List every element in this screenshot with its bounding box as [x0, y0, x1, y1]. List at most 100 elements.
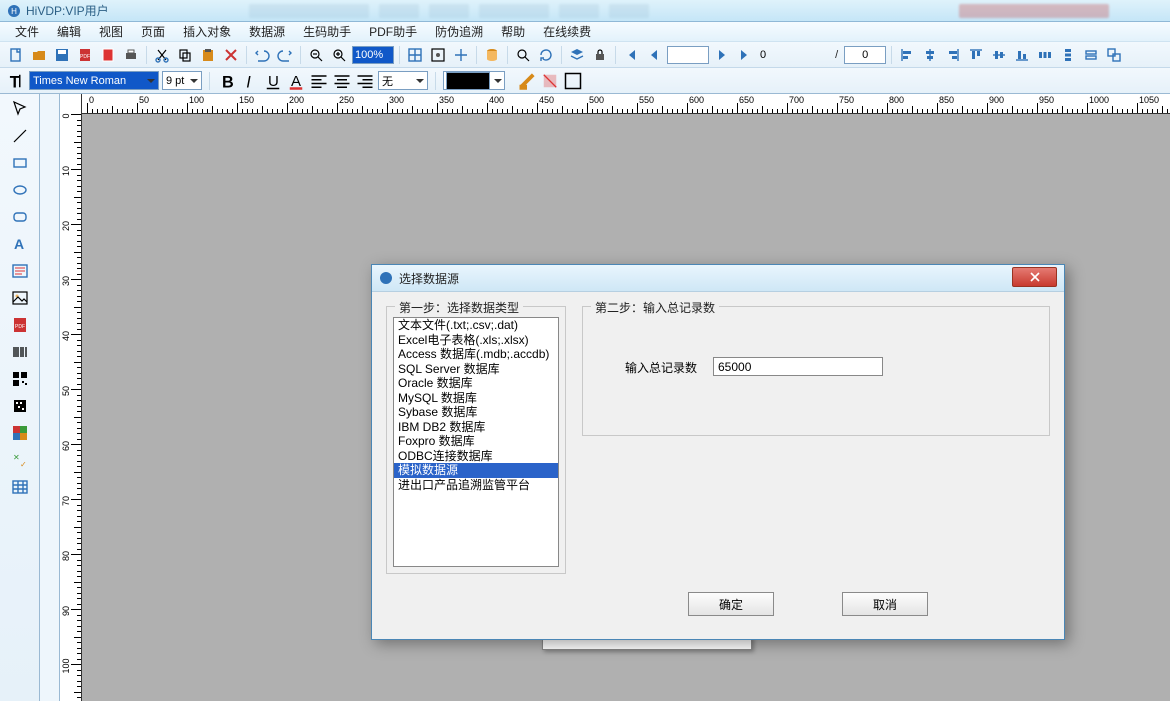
undo-button[interactable] [252, 45, 272, 65]
tool-palette: A PDF ✕✓ [0, 94, 40, 701]
record-count-input[interactable] [713, 357, 883, 376]
style-combo[interactable]: 无 [378, 71, 428, 90]
richtext-tool[interactable] [9, 260, 31, 282]
datamatrix-tool[interactable] [9, 395, 31, 417]
menu-page[interactable]: 页面 [132, 21, 174, 42]
pdf-tool[interactable]: PDF [9, 314, 31, 336]
refresh-button[interactable] [536, 45, 556, 65]
open-button[interactable] [29, 45, 49, 65]
layers-button[interactable] [567, 45, 587, 65]
font-size-combo[interactable]: 9 pt [162, 71, 202, 90]
zoom-out-button[interactable] [306, 45, 326, 65]
menu-codegen[interactable]: 生码助手 [294, 21, 360, 42]
font-color-button[interactable]: A [286, 71, 306, 91]
snap-button[interactable] [428, 45, 448, 65]
save-button[interactable] [52, 45, 72, 65]
menu-file[interactable]: 文件 [6, 21, 48, 42]
font-name-combo[interactable]: Times New Roman [29, 71, 159, 90]
dialog-icon [378, 270, 394, 286]
same-width-button[interactable] [1081, 45, 1101, 65]
ok-button[interactable]: 确定 [688, 592, 774, 616]
datasource-item[interactable]: Sybase 数据库 [394, 405, 558, 420]
group-button[interactable] [1104, 45, 1124, 65]
new-button[interactable] [6, 45, 26, 65]
first-page-button[interactable] [621, 45, 641, 65]
align-text-right-button[interactable] [355, 71, 375, 91]
barcode-tool[interactable] [9, 341, 31, 363]
guides-button[interactable] [451, 45, 471, 65]
zoom-input[interactable] [352, 46, 394, 64]
dialog-close-button[interactable] [1012, 267, 1057, 287]
align-center-v-button[interactable] [989, 45, 1009, 65]
grid-button[interactable] [405, 45, 425, 65]
svg-text:PDF: PDF [15, 324, 25, 330]
menu-datasource[interactable]: 数据源 [240, 21, 294, 42]
ellipse-tool[interactable] [9, 179, 31, 201]
datasource-item[interactable]: MySQL 数据库 [394, 391, 558, 406]
bold-button[interactable]: B [217, 71, 237, 91]
menu-renew[interactable]: 在线续费 [534, 21, 600, 42]
cut-button[interactable] [152, 45, 172, 65]
border-button[interactable] [563, 71, 583, 91]
database-button[interactable] [482, 45, 502, 65]
datasource-item[interactable]: Oracle 数据库 [394, 376, 558, 391]
image-tool[interactable] [9, 287, 31, 309]
select-tool[interactable] [9, 98, 31, 120]
fill-color-combo[interactable] [443, 71, 505, 90]
lock-button[interactable] [590, 45, 610, 65]
rect-tool[interactable] [9, 152, 31, 174]
cancel-button[interactable]: 取消 [842, 592, 928, 616]
distribute-h-button[interactable] [1035, 45, 1055, 65]
export-pdf-button[interactable]: PDF [75, 45, 95, 65]
settings-tool[interactable]: ✕✓ [9, 449, 31, 471]
datasource-item[interactable]: 文本文件(.txt;.csv;.dat) [394, 318, 558, 333]
datasource-item[interactable]: 进出口产品追溯监管平台 [394, 478, 558, 493]
menu-pdf[interactable]: PDF助手 [360, 21, 426, 42]
align-text-left-button[interactable] [309, 71, 329, 91]
distribute-v-button[interactable] [1058, 45, 1078, 65]
zoom-in-button[interactable] [329, 45, 349, 65]
datasource-item[interactable]: ODBC连接数据库 [394, 449, 558, 464]
paste-button[interactable] [198, 45, 218, 65]
line-tool[interactable] [9, 125, 31, 147]
redo-button[interactable] [275, 45, 295, 65]
menu-help[interactable]: 帮助 [492, 21, 534, 42]
datasource-item[interactable]: SQL Server 数据库 [394, 362, 558, 377]
align-top-button[interactable] [966, 45, 986, 65]
page-current-input[interactable] [667, 46, 709, 64]
datasource-item[interactable]: Excel电子表格(.xls;.xlsx) [394, 333, 558, 348]
svg-text:I: I [246, 73, 251, 91]
align-text-center-button[interactable] [332, 71, 352, 91]
export-pdf2-button[interactable] [98, 45, 118, 65]
menu-view[interactable]: 视图 [90, 21, 132, 42]
roundrect-tool[interactable] [9, 206, 31, 228]
clear-format-button[interactable] [517, 71, 537, 91]
delete-button[interactable] [221, 45, 241, 65]
datasource-listbox[interactable]: 文本文件(.txt;.csv;.dat)Excel电子表格(.xls;.xlsx… [393, 317, 559, 567]
color-qr-tool[interactable] [9, 422, 31, 444]
datasource-item[interactable]: Foxpro 数据库 [394, 434, 558, 449]
menu-insert[interactable]: 插入对象 [174, 21, 240, 42]
align-left-button[interactable] [897, 45, 917, 65]
menu-anticounterfeit[interactable]: 防伪追溯 [426, 21, 492, 42]
highlight-button[interactable] [540, 71, 560, 91]
qrcode-tool[interactable] [9, 368, 31, 390]
datasource-item[interactable]: Access 数据库(.mdb;.accdb) [394, 347, 558, 362]
datasource-item[interactable]: IBM DB2 数据库 [394, 420, 558, 435]
underline-button[interactable]: U [263, 71, 283, 91]
prev-page-button[interactable] [644, 45, 664, 65]
text-tool[interactable]: A [9, 233, 31, 255]
align-center-h-button[interactable] [920, 45, 940, 65]
preview-button[interactable] [513, 45, 533, 65]
align-bottom-button[interactable] [1012, 45, 1032, 65]
last-page-button[interactable] [735, 45, 755, 65]
copy-button[interactable] [175, 45, 195, 65]
align-right-button[interactable] [943, 45, 963, 65]
italic-button[interactable]: I [240, 71, 260, 91]
next-page-button[interactable] [712, 45, 732, 65]
svg-text:PDF: PDF [80, 54, 90, 60]
print-button[interactable] [121, 45, 141, 65]
menu-edit[interactable]: 编辑 [48, 21, 90, 42]
table-tool[interactable] [9, 476, 31, 498]
datasource-item[interactable]: 模拟数据源 [394, 463, 558, 478]
